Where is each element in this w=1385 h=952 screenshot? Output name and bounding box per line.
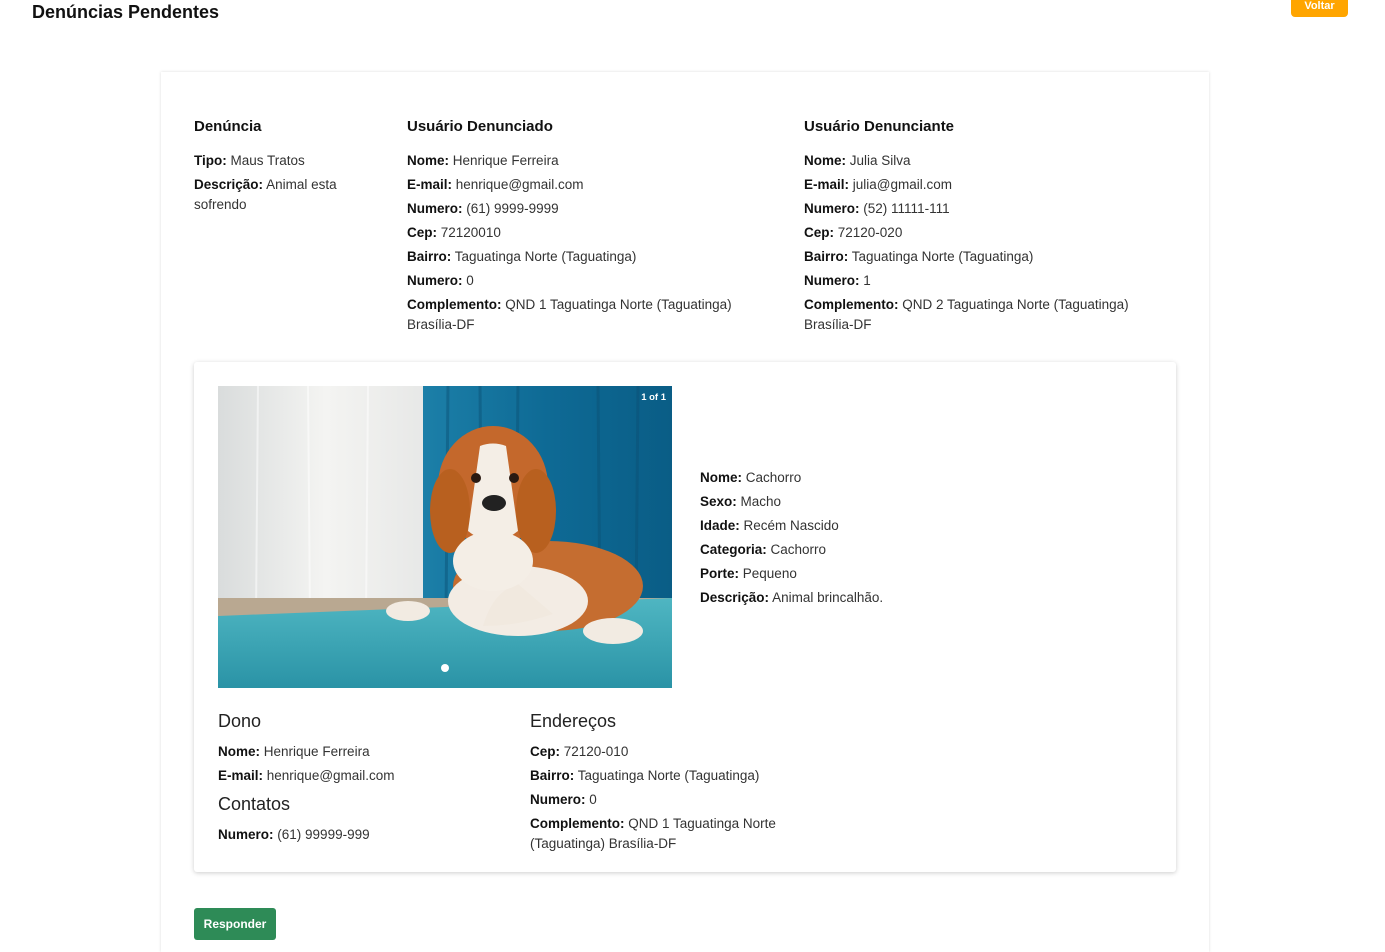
reporter-user-email: E-mail: julia@gmail.com [804,177,953,192]
pet-category: Categoria: Cachorro [700,542,827,557]
page-title: Denúncias Pendentes [32,2,220,22]
reported-user-phone: Numero: (61) 9999-9999 [407,201,559,216]
contact-phone: Numero: (61) 99999-999 [218,827,370,842]
address-cep: Cep: 72120-010 [530,744,629,759]
pet-age: Idade: Recém Nascido [700,518,839,533]
owner-name: Nome: Henrique Ferreira [218,744,370,759]
beagle-dog-photo [218,386,672,688]
address-complement: Complemento: QND 1 Taguatinga Norte (Tag… [530,816,776,851]
owner-section: Dono Nome: Henrique Ferreira E-mail: hen… [218,711,498,849]
reporter-user-name: Nome: Julia Silva [804,153,911,168]
addresses-title: Endereços [530,711,617,731]
reporter-user-section: Usuário Denunciante Nome: Julia Silva E-… [804,118,1174,339]
complaint-section: Denúncia Tipo: Maus Tratos Descrição: An… [194,118,374,219]
carousel-counter: 1 of 1 [641,392,666,403]
address-number: Numero: 0 [530,792,597,807]
pet-info: Nome: Cachorro Sexo: Macho Idade: Recém … [700,468,883,612]
image-carousel[interactable]: 1 of 1 [218,386,672,688]
contacts-title: Contatos [218,794,291,814]
carousel-dot[interactable] [441,664,449,672]
pet-name: Nome: Cachorro [700,470,802,485]
pet-description: Descrição: Animal brincalhão. [700,590,884,605]
complaint-description: Descrição: Animal esta sofrendo [194,177,337,212]
reported-user-cep: Cep: 72120010 [407,225,501,240]
reported-user-title: Usuário Denunciado [407,118,553,135]
reporter-user-phone: Numero: (52) 11111-111 [804,201,950,216]
back-button[interactable]: Voltar [1291,0,1348,17]
animal-card: 1 of 1 Nome: Cachorro Sexo: Macho Idade:… [194,362,1176,872]
complaint-title: Denúncia [194,118,262,135]
reported-user-neighborhood: Bairro: Taguatinga Norte (Taguatinga) [407,249,637,264]
pet-size: Porte: Pequeno [700,566,797,581]
reported-user-email: E-mail: henrique@gmail.com [407,177,584,192]
reported-user-section: Usuário Denunciado Nome: Henrique Ferrei… [407,118,777,339]
address-neighborhood: Bairro: Taguatinga Norte (Taguatinga) [530,768,760,783]
owner-email: E-mail: henrique@gmail.com [218,768,395,783]
reporter-user-number: Numero: 1 [804,273,871,288]
reported-user-number: Numero: 0 [407,273,474,288]
reporter-user-complement: Complemento: QND 2 Taguatinga Norte (Tag… [804,297,1129,332]
pet-sex: Sexo: Macho [700,494,782,509]
reporter-user-cep: Cep: 72120-020 [804,225,903,240]
addresses-section: Endereços Cep: 72120-010 Bairro: Taguati… [530,711,810,858]
reported-user-complement: Complemento: QND 1 Taguatinga Norte (Tag… [407,297,732,332]
reporter-user-neighborhood: Bairro: Taguatinga Norte (Taguatinga) [804,249,1034,264]
respond-button[interactable]: Responder [194,908,276,940]
owner-title: Dono [218,711,262,731]
reported-user-name: Nome: Henrique Ferreira [407,153,559,168]
reporter-user-title: Usuário Denunciante [804,118,955,135]
complaint-type: Tipo: Maus Tratos [194,153,305,168]
